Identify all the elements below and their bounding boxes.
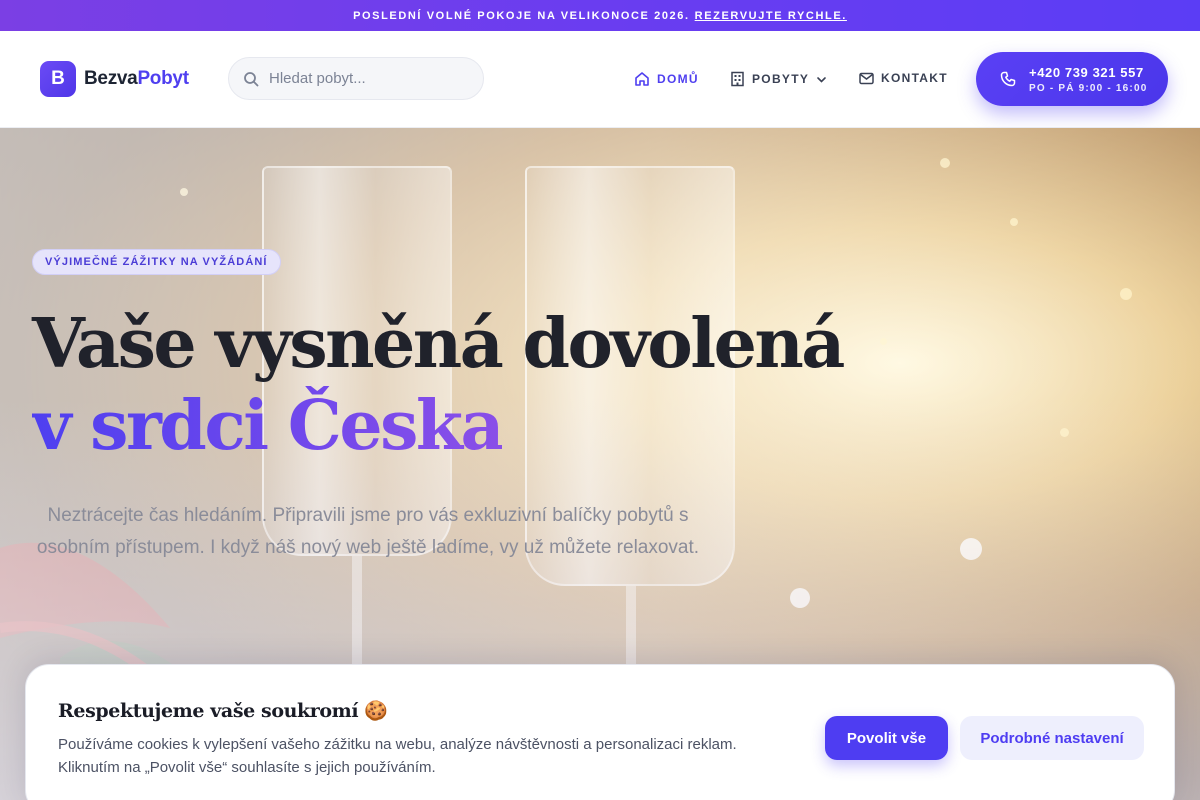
phone-icon <box>1000 71 1016 87</box>
cookie-settings-button[interactable]: Podrobné nastavení <box>960 716 1144 760</box>
phone-hours: PO - PÁ 9:00 - 16:00 <box>1029 82 1148 94</box>
accept-all-button[interactable]: Povolit vše <box>825 716 948 760</box>
chevron-down-icon <box>817 76 826 83</box>
mail-icon <box>859 72 874 84</box>
nav-stays[interactable]: POBYTY <box>730 71 827 87</box>
announcement-bar: POSLEDNÍ VOLNÉ POKOJE NA VELIKONOCE 2026… <box>0 0 1200 31</box>
nav-contact-label: KONTAKT <box>881 71 948 85</box>
nav-contact[interactable]: KONTAKT <box>859 71 948 85</box>
hero-lead: Neztrácejte čas hledáním. Připravili jsm… <box>36 505 700 558</box>
cookie-text: Používáme cookies k vylepšení vašeho záž… <box>58 736 737 776</box>
search-icon <box>244 71 259 86</box>
search-input[interactable] <box>269 70 469 87</box>
hero-title-line2: v srdci Česka <box>32 386 505 466</box>
phone-button[interactable]: +420 739 321 557 PO - PÁ 9:00 - 16:00 <box>976 52 1168 106</box>
logo-mark: B <box>40 61 76 97</box>
nav-home[interactable]: DOMŮ <box>634 71 699 87</box>
cookie-title: Respektujeme vaše soukromí 🍪 <box>58 700 388 722</box>
announcement-text: POSLEDNÍ VOLNÉ POKOJE NA VELIKONOCE 2026… <box>353 9 690 22</box>
announcement-link[interactable]: REZERVUJTE RYCHLE. <box>695 10 847 22</box>
nav-stays-label: POBYTY <box>752 72 810 86</box>
brand-part1: Bezva <box>84 68 138 89</box>
building-icon <box>731 71 744 87</box>
brand-part2: Pobyt <box>137 68 189 89</box>
hero-badge: VÝJIMEČNÉ ZÁŽITKY NA VYŽÁDÁNÍ <box>32 249 281 275</box>
site-header: B BezvaPobyt DOMŮ POBYTY <box>0 31 1200 128</box>
cookie-banner: Respektujeme vaše soukromí 🍪 Používáme c… <box>25 664 1175 800</box>
hero-title-line1: Vaše vysněná dovolená <box>32 304 845 384</box>
home-icon <box>635 72 649 86</box>
nav-home-label: DOMŮ <box>657 72 699 86</box>
search-box <box>228 57 484 100</box>
phone-number: +420 739 321 557 <box>1029 64 1144 80</box>
logo-text: BezvaPobyt <box>84 68 189 90</box>
logo[interactable]: B BezvaPobyt <box>40 61 189 97</box>
